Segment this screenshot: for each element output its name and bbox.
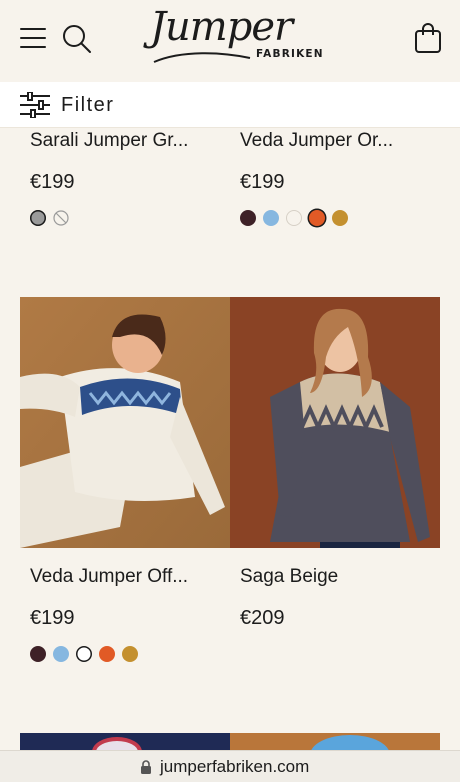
filter-bar[interactable]: Filter — [0, 82, 460, 128]
product-price: €199 — [30, 171, 75, 193]
swatch-light-blue[interactable] — [53, 646, 69, 662]
lock-icon — [141, 760, 151, 774]
filter-label: Filter — [61, 94, 115, 116]
swatch-light-blue[interactable] — [263, 210, 279, 226]
swatch-unavailable-icon[interactable] — [53, 210, 69, 226]
product-card[interactable]: Saga Beige €209 — [230, 548, 440, 678]
product-card[interactable]: Sarali Jumper Gr... €199 — [20, 128, 230, 238]
swatch-burgundy[interactable] — [240, 210, 256, 226]
product-title[interactable]: Sarali Jumper Gr... — [30, 130, 188, 152]
filter-sliders-icon — [20, 92, 50, 118]
site-header: Jumper FABRIKEN — [0, 0, 460, 82]
swatch-orange[interactable] — [99, 646, 115, 662]
product-title[interactable]: Veda Jumper Off... — [30, 566, 188, 588]
product-image-saga-beige[interactable] — [230, 297, 440, 548]
color-swatches — [240, 210, 348, 226]
product-price: €199 — [240, 171, 285, 193]
swatch-orange[interactable] — [309, 210, 325, 226]
swatch-mustard[interactable] — [332, 210, 348, 226]
swatch-off-white[interactable] — [76, 646, 92, 662]
product-price: €209 — [240, 607, 285, 629]
product-card[interactable]: Veda Jumper Off... €199 — [20, 548, 230, 678]
product-card[interactable]: Veda Jumper Or... €199 — [230, 128, 440, 238]
swatch-grey[interactable] — [30, 210, 46, 226]
logo-script-text: Jumper — [150, 4, 293, 50]
product-title[interactable]: Saga Beige — [240, 566, 338, 588]
logo-subtitle: FABRIKEN — [256, 48, 324, 60]
product-title[interactable]: Veda Jumper Or... — [240, 130, 393, 152]
color-swatches — [30, 646, 138, 662]
logo-swash — [153, 52, 251, 63]
product-photo — [230, 297, 440, 548]
search-icon[interactable] — [62, 24, 92, 54]
swatch-mustard[interactable] — [122, 646, 138, 662]
menu-icon[interactable] — [20, 27, 46, 49]
color-swatches — [30, 210, 69, 226]
site-logo[interactable]: Jumper FABRIKEN — [150, 4, 323, 74]
product-image-veda-off-white[interactable] — [20, 297, 230, 548]
url-text: jumperfabriken.com — [160, 757, 310, 776]
browser-address-bar[interactable]: jumperfabriken.com — [0, 750, 460, 782]
product-price: €199 — [30, 607, 75, 629]
product-photo — [20, 297, 230, 548]
swatch-burgundy[interactable] — [30, 646, 46, 662]
swatch-off-white[interactable] — [286, 210, 302, 226]
shopping-bag-icon[interactable] — [414, 22, 442, 54]
